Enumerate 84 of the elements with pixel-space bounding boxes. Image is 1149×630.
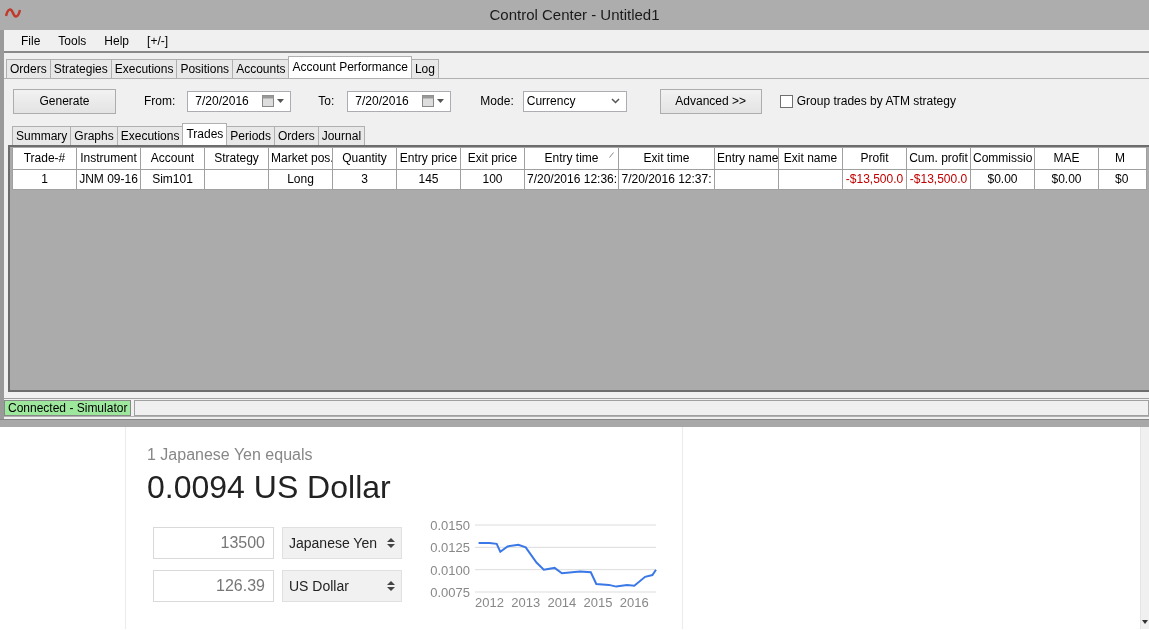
- advanced-button[interactable]: Advanced >>: [659, 88, 762, 114]
- tab[interactable]: Periods: [226, 126, 275, 145]
- tab[interactable]: Orders: [274, 126, 319, 145]
- tab[interactable]: Trades: [182, 123, 228, 145]
- up-down-arrows-icon: [387, 537, 395, 549]
- table-cell: $0.00: [970, 169, 1035, 189]
- column-header[interactable]: Instrument: [76, 148, 141, 169]
- axis-label: 0.0075: [430, 585, 470, 600]
- table-cell: Long: [268, 169, 333, 189]
- column-header[interactable]: Entry time: [524, 148, 619, 169]
- tab[interactable]: Strategies: [49, 59, 112, 78]
- conversion-result: 0.0094 US Dollar: [147, 468, 392, 507]
- menu-item[interactable]: Tools: [54, 31, 97, 50]
- column-header[interactable]: Account: [140, 148, 205, 169]
- column-header[interactable]: MAE: [1034, 148, 1099, 169]
- date-picker[interactable]: 7/20/2016: [187, 90, 292, 112]
- axis-label: 0.0100: [430, 562, 470, 578]
- field-label: Group trades by ATM strategy: [796, 93, 956, 110]
- column-header[interactable]: Strategy: [204, 148, 269, 169]
- table-cell: JNM 09-16: [76, 169, 141, 189]
- tab[interactable]: Journal: [317, 126, 366, 145]
- tab[interactable]: Accounts: [232, 59, 290, 78]
- table-cell: 7/20/2016 12:37:: [618, 169, 715, 189]
- generate-button[interactable]: Generate: [13, 88, 116, 114]
- conversion-caption: 1 Japanese Yen equals: [147, 445, 314, 465]
- tab[interactable]: Log: [410, 59, 439, 78]
- column-header[interactable]: M: [1098, 148, 1147, 169]
- tab[interactable]: Account Performance: [288, 56, 412, 78]
- axis-label: 2015: [583, 595, 613, 610]
- date-picker[interactable]: 7/20/2016: [347, 90, 452, 112]
- column-header[interactable]: Quantity: [332, 148, 397, 169]
- window-title: Control Center - Untitled1: [489, 4, 660, 25]
- axis-label: 0.0125: [430, 540, 470, 556]
- axis-label: 2016: [619, 595, 649, 610]
- amount-field[interactable]: 126.39: [153, 570, 274, 602]
- axis-label: 2014: [547, 595, 577, 610]
- axis-label: 0.0150: [430, 518, 470, 533]
- axis-label: 2012: [475, 595, 504, 610]
- up-down-arrows-icon: [387, 580, 395, 592]
- column-header[interactable]: Exit time: [618, 148, 715, 169]
- column-header[interactable]: Exit price: [460, 148, 525, 169]
- table-cell: 7/20/2016 12:36:: [524, 169, 619, 189]
- tab[interactable]: Positions: [176, 59, 234, 78]
- amount-field[interactable]: 13500: [153, 527, 274, 559]
- axis-label: 2013: [511, 595, 541, 610]
- currency-select[interactable]: US Dollar: [282, 570, 402, 602]
- sort-icon: [609, 152, 614, 158]
- scroll-down-icon[interactable]: [1142, 620, 1148, 625]
- tab[interactable]: Orders: [6, 59, 51, 78]
- table-cell: 145: [396, 169, 461, 189]
- column-header[interactable]: Commissio: [970, 148, 1035, 169]
- calendar-dropdown-icon[interactable]: [422, 95, 447, 107]
- column-header[interactable]: Cum. profit: [906, 148, 971, 169]
- currency-select[interactable]: Japanese Yen: [282, 527, 402, 559]
- column-header[interactable]: Entry price: [396, 148, 461, 169]
- checkbox[interactable]: [779, 94, 793, 108]
- scrollbar[interactable]: [1140, 427, 1149, 629]
- column-header[interactable]: Entry name: [714, 148, 779, 169]
- menu-item[interactable]: [+/-]: [143, 31, 179, 50]
- table-cell: 3: [332, 169, 397, 189]
- table-cell: -$13,500.0: [906, 169, 971, 189]
- tab[interactable]: Graphs: [70, 126, 118, 145]
- table-cell: -$13,500.0: [842, 169, 907, 189]
- field-label: Mode:: [480, 93, 514, 110]
- column-header[interactable]: Trade-#: [12, 148, 77, 169]
- menu-item[interactable]: Help: [100, 31, 140, 50]
- column-header[interactable]: Exit name: [778, 148, 843, 169]
- calendar-dropdown-icon[interactable]: [262, 95, 287, 107]
- column-header[interactable]: Profit: [842, 148, 907, 169]
- table-cell: 100: [460, 169, 525, 189]
- table-cell: Sim101: [140, 169, 205, 189]
- table-cell: 1: [12, 169, 77, 189]
- field-label: To:: [318, 93, 335, 110]
- mode-dropdown[interactable]: Currency: [522, 90, 627, 112]
- tab[interactable]: Summary: [12, 126, 72, 145]
- connection-status: Connected - Simulator: [4, 400, 132, 416]
- field-label: From:: [144, 93, 176, 110]
- table-cell: $0: [1098, 169, 1147, 189]
- tab[interactable]: Executions: [116, 126, 184, 145]
- tab[interactable]: Executions: [110, 59, 178, 78]
- app-logo-icon: [5, 7, 21, 19]
- menu-item[interactable]: File: [17, 31, 51, 50]
- chevron-down-icon: [610, 98, 620, 104]
- table-cell: $0.00: [1034, 169, 1099, 189]
